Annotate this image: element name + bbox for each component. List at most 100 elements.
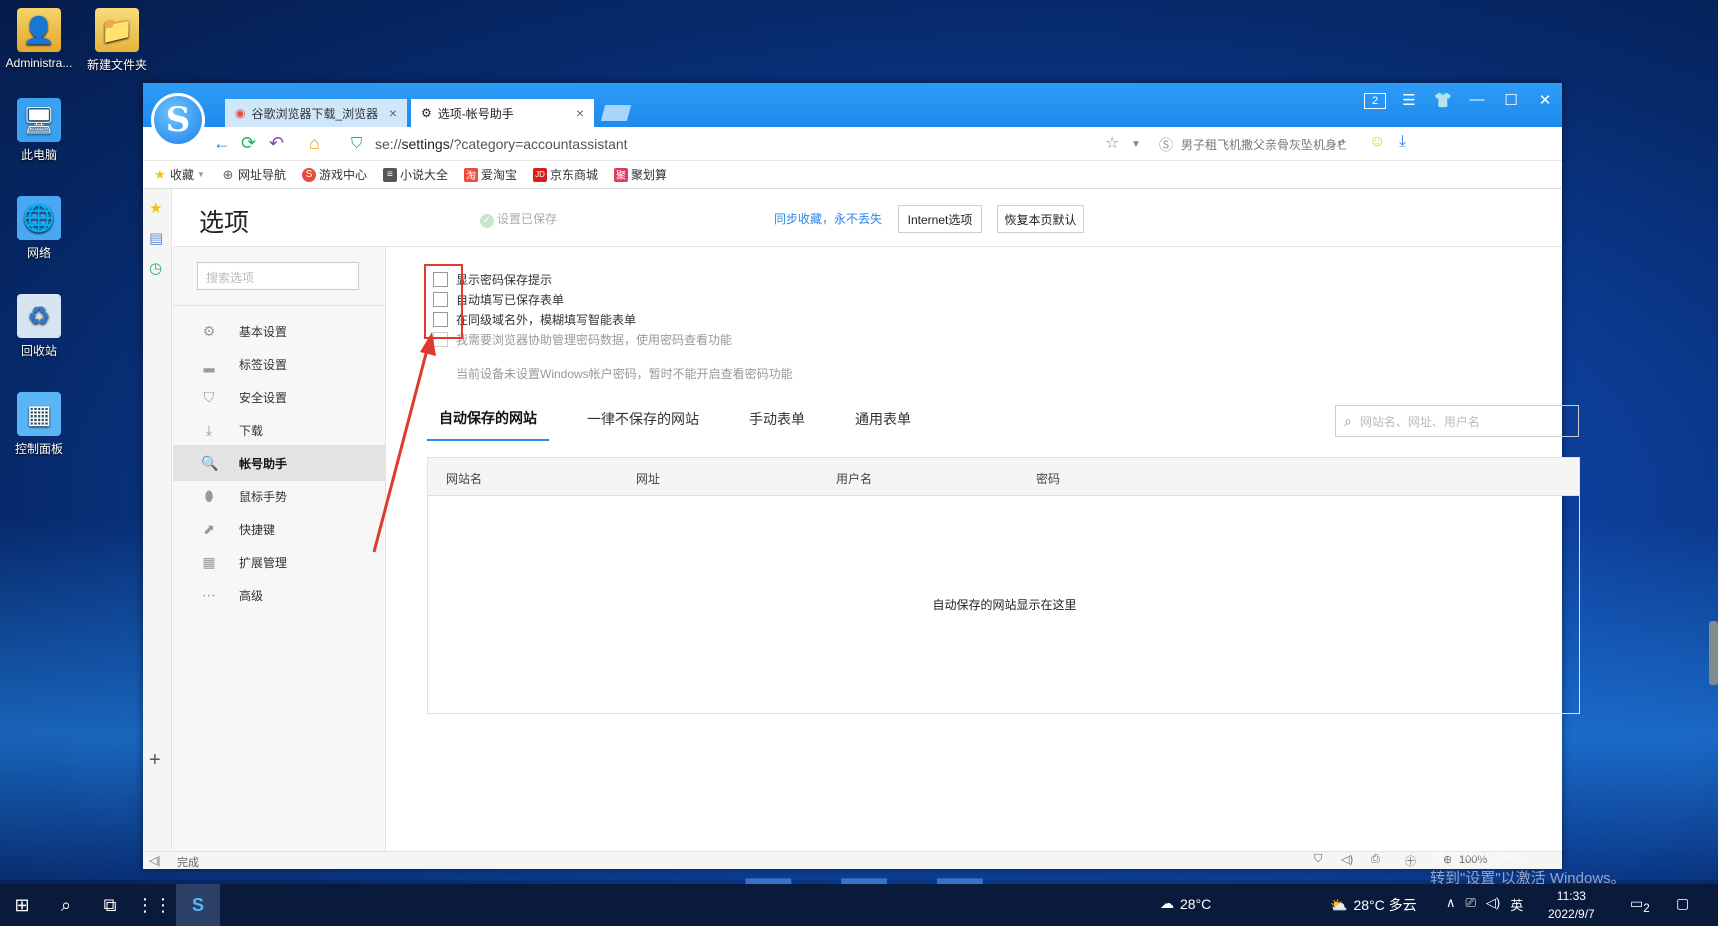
option-label: 在同级域名外，模糊填写智能表单 [456, 313, 637, 327]
address-search-input[interactable]: 男子租飞机撒父亲骨灰坠机身亡 [1181, 136, 1346, 153]
bookmark-label: 小说大全 [399, 168, 448, 182]
windows-start-icon[interactable]: ⊞ [0, 884, 44, 926]
ime-indicator[interactable]: 英 [1510, 895, 1523, 914]
close-window-icon[interactable]: ✕ [1534, 91, 1556, 109]
gear-icon: ⚙ [421, 106, 432, 120]
desktop-icon-label: 回收站 [20, 344, 57, 358]
back-icon[interactable]: ← [213, 133, 231, 154]
option-fuzzy-fill[interactable]: 在同级域名外，模糊填写智能表单 [433, 311, 636, 328]
tab-never-saved[interactable]: 一律不保存的网站 [575, 397, 711, 441]
reading-icon[interactable]: ▤ [149, 229, 163, 247]
task-view-icon[interactable]: ⧉ [88, 884, 132, 926]
bookmark-novels[interactable]: ≡ 小说大全 [382, 166, 448, 183]
sidebar-item-shortcuts[interactable]: ⬈ 快捷键 [173, 511, 385, 547]
book-icon: ≡ [382, 167, 397, 182]
search-icon[interactable]: ⌕ [1337, 134, 1345, 151]
column-site-name: 网站名 [446, 472, 483, 486]
bookmark-star-icon[interactable]: ☆ [1105, 133, 1119, 153]
bookmark-favorites[interactable]: ★ 收藏 ▼ [153, 166, 205, 183]
edge-handle[interactable] [1709, 621, 1718, 685]
sidebar-item-tabs[interactable]: ▂ 标签设置 [173, 346, 385, 382]
sogou-logo[interactable]: S [151, 93, 205, 147]
emoji-icon[interactable]: ☺ [1369, 133, 1385, 151]
bookmark-taobao[interactable]: 淘 爱淘宝 [463, 166, 517, 183]
sidebar-item-download[interactable]: ⤓ 下载 [173, 412, 385, 448]
page-title: 选项 [199, 209, 250, 237]
new-tab-button[interactable] [600, 105, 632, 121]
restore-defaults-button[interactable]: 恢复本页默认 [997, 205, 1084, 233]
history-clock-icon[interactable]: ◷ [149, 259, 162, 277]
sidebar-item-security[interactable]: ⛉ 安全设置 [173, 379, 385, 415]
search-icon[interactable]: ⌕ [44, 884, 88, 926]
site-search-input[interactable]: ⌕ 网站名、网址、用户名 [1335, 405, 1579, 437]
weather-temp: 28°C [1180, 895, 1212, 912]
tab-manual-forms[interactable]: 手动表单 [737, 397, 817, 441]
tab-account-assistant[interactable]: ⚙ 选项-帐号助手 × [411, 99, 594, 127]
chevron-down-icon[interactable]: ▼ [1131, 139, 1141, 150]
desktop-icon-network[interactable]: 🌐 网络 [0, 196, 78, 261]
bookmark-jd[interactable]: JD 京东商城 [533, 166, 598, 183]
home-icon[interactable]: ⌂ [309, 133, 320, 154]
desktop-icon-recycle-bin[interactable]: ♻ 回收站 [0, 294, 78, 359]
sidebar-item-account-assistant[interactable]: 🔍 帐号助手 [173, 445, 385, 481]
add-icon[interactable]: + [149, 749, 161, 772]
sogou-browser-taskbar-icon[interactable]: S [176, 884, 220, 926]
sync-link[interactable]: 同步收藏，永不丢失 [774, 210, 882, 227]
tab-general-forms[interactable]: 通用表单 [843, 397, 923, 441]
translate-icon[interactable]: ㊉ [1405, 853, 1416, 869]
internet-options-button[interactable]: Internet选项 [898, 205, 982, 233]
close-icon[interactable]: × [576, 105, 584, 121]
bookmark-juhuasuan[interactable]: 聚 聚划算 [614, 166, 667, 183]
tab-chrome-download[interactable]: ◉ 谷歌浏览器下载_浏览器 × [225, 99, 407, 127]
sidebar-item-mouse-gesture[interactable]: ⬮ 鼠标手势 [173, 478, 385, 514]
option-password-manager: 我需要浏览器协助管理密码数据，使用密码查看功能 [433, 331, 732, 348]
sidebar-item-basic[interactable]: ⚙ 基本设置 [173, 313, 385, 349]
sidebar-item-advanced[interactable]: ⋯ 高级 [173, 577, 385, 613]
sidebar-item-extensions[interactable]: ▦ 扩展管理 [173, 544, 385, 580]
settings-header: 选项 ✓ 设置已保存 同步收藏，永不丢失 Internet选项 恢复本页默认 [173, 189, 1562, 247]
clock[interactable]: 11:33 2022/9/7 [1548, 887, 1595, 923]
desktop-icon-user-folder[interactable]: 👤 Administra... [0, 8, 78, 70]
screenshot-icon[interactable]: ⎙ [1371, 853, 1380, 866]
status-text: 完成 [177, 857, 199, 869]
url-path: settings [401, 136, 450, 152]
chrome-icon: ◉ [235, 106, 246, 120]
password-tabs: 自动保存的网站 一律不保存的网站 手动表单 通用表单 [427, 397, 949, 441]
window-count-badge[interactable]: 2 [1364, 93, 1386, 109]
close-icon[interactable]: × [389, 105, 397, 121]
search-engine-icon[interactable]: Ⓢ [1159, 135, 1173, 155]
chevron-up-icon[interactable]: ∧ [1446, 895, 1456, 914]
tab-auto-saved[interactable]: 自动保存的网站 [427, 397, 549, 441]
security-icon[interactable]: ⛉ [1314, 853, 1322, 866]
skin-icon[interactable]: 👕 [1432, 91, 1454, 109]
sound-icon[interactable]: ◁) [1341, 853, 1353, 866]
maximize-icon[interactable]: ☐ [1500, 91, 1522, 109]
refresh-icon[interactable]: ⟳ [241, 133, 256, 154]
network-icon: 🌐 [17, 196, 61, 240]
favorites-star-icon[interactable]: ★ [149, 199, 162, 217]
desktop-icon-new-folder[interactable]: 📁 新建文件夹 [78, 8, 156, 73]
browser-window: ◉ 谷歌浏览器下载_浏览器 × ⚙ 选项-帐号助手 × 2 ☰ 👕 — ☐ ✕ … [143, 83, 1580, 869]
undo-icon[interactable]: ↶ [269, 133, 284, 154]
weather-widget[interactable]: ☁ 28°C [1160, 895, 1211, 912]
weather-widget-right[interactable]: ⛅ 28°C 多云 [1330, 895, 1417, 915]
minimize-icon[interactable]: — [1466, 91, 1488, 109]
saved-status: ✓ 设置已保存 [480, 210, 557, 228]
bookmark-nav[interactable]: ⊕ 网址导航 [221, 166, 285, 183]
action-center-icon[interactable]: ▢ [1676, 895, 1689, 912]
network-icon[interactable]: ⎚ [1466, 895, 1476, 914]
clock-date: 2022/9/7 [1548, 907, 1595, 921]
option-label: 自动填写已保存表单 [456, 293, 565, 307]
url-field[interactable]: se://settings/?category=accountassistant [375, 136, 628, 152]
sidebar-toggle-icon[interactable]: ◁| [149, 854, 160, 867]
desktop-icon-control-panel[interactable]: ▦ 控制面板 [0, 392, 78, 457]
notification-icon[interactable]: ▭2 [1630, 895, 1650, 915]
menu-icon[interactable]: ☰ [1398, 91, 1420, 109]
desktop-icon-this-pc[interactable]: 🖥 此电脑 [0, 98, 78, 163]
search-options-input[interactable]: 搜索选项 [197, 262, 359, 290]
download-arrow-icon[interactable]: ⤓ [1399, 133, 1406, 151]
bookmark-games[interactable]: S 游戏中心 [301, 166, 367, 183]
apps-grid-icon[interactable]: ⋮⋮ [132, 884, 176, 926]
computer-icon: 🖥 [17, 98, 61, 142]
volume-icon[interactable]: ◁) [1486, 895, 1500, 914]
